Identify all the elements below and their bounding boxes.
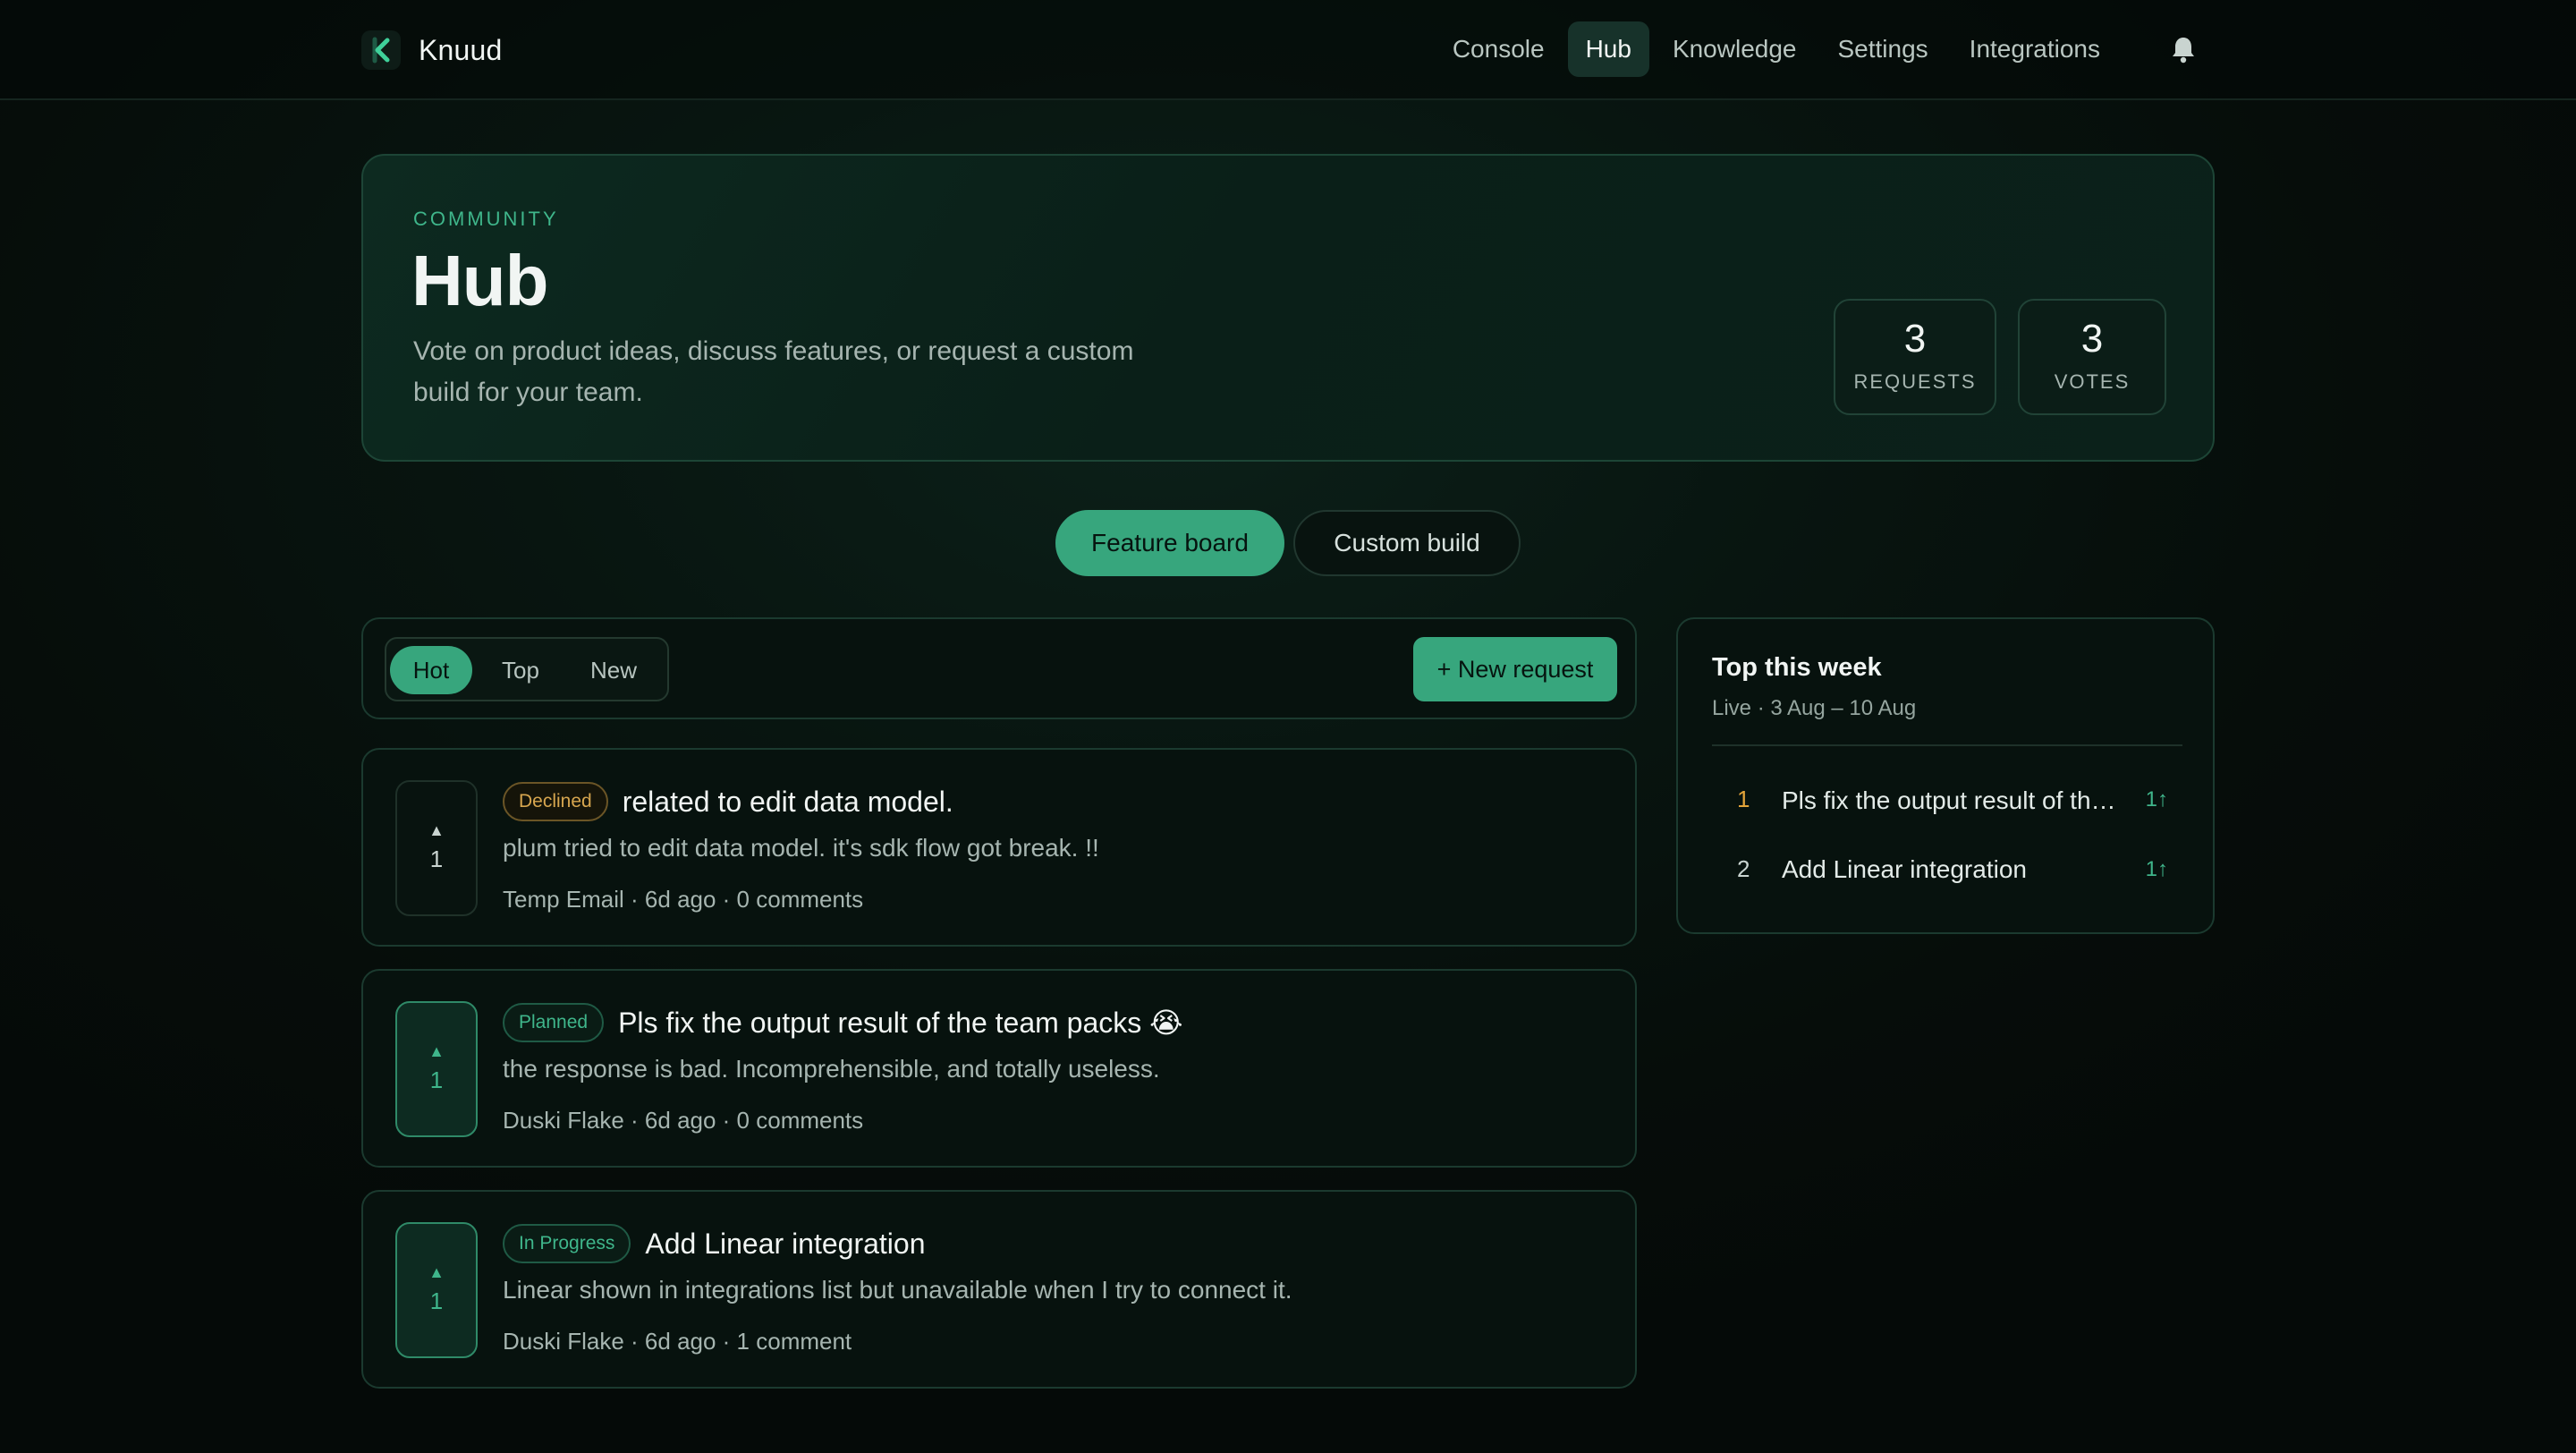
nav-item-settings[interactable]: Settings <box>1820 21 1946 77</box>
upvote-arrow-icon: ▲ <box>428 1042 445 1060</box>
stat-requests-label: REQUESTS <box>1853 370 1977 393</box>
nav-item-knowledge[interactable]: Knowledge <box>1655 21 1815 77</box>
request-title[interactable]: Add Linear integration <box>645 1228 925 1261</box>
request-title[interactable]: related to edit data model. <box>623 786 953 819</box>
status-badge: In Progress <box>503 1224 631 1263</box>
request-body: plum tried to edit data model. it's sdk … <box>503 834 1099 862</box>
stat-votes-label: VOTES <box>2054 370 2131 393</box>
stat-requests: 3 REQUESTS <box>1834 299 1996 415</box>
vote-count: 1 <box>429 1287 444 1314</box>
panel-subtitle: Live · 3 Aug – 10 Aug <box>1712 696 1917 720</box>
hero-eyebrow: COMMUNITY <box>413 208 559 230</box>
request-title[interactable]: Pls fix the output result of the team pa… <box>618 1006 1182 1040</box>
rank-number: 1 <box>1737 786 1750 812</box>
request-card[interactable]: ▲ 1 Planned Pls fix the output result of… <box>361 969 1637 1168</box>
main-nav: Console Hub Knowledge Settings Integrati… <box>1429 21 2118 77</box>
request-meta: Duski Flake · 6d ago · 1 comment <box>503 1328 852 1355</box>
brand[interactable]: Knuud <box>361 27 503 73</box>
vote-count: 1 <box>429 1066 444 1093</box>
request-header: In Progress Add Linear integration <box>503 1222 926 1265</box>
ranked-item[interactable]: 1 Pls fix the output result of the team … <box>1712 773 2182 827</box>
status-badge: Planned <box>503 1003 605 1042</box>
new-request-button[interactable]: + New request <box>1413 637 1617 701</box>
top-this-week-panel: Top this week Live · 3 Aug – 10 Aug 1 Pl… <box>1676 617 2215 934</box>
app-name: Knuud <box>419 33 503 66</box>
ranked-item-title: Add Linear integration <box>1782 855 2027 883</box>
hub-hero-panel: COMMUNITY Hub Vote on product ideas, dis… <box>361 154 2215 462</box>
request-card[interactable]: ▲ 1 In Progress Add Linear integration L… <box>361 1190 1637 1389</box>
stat-votes: 3 VOTES <box>2018 299 2166 415</box>
panel-title: Top this week <box>1712 653 1882 682</box>
knuud-logo-icon <box>361 30 401 70</box>
request-header: Planned Pls fix the output result of the… <box>503 1001 1183 1044</box>
tab-feature-board[interactable]: Feature board <box>1055 510 1284 576</box>
sort-top-button[interactable]: Top <box>479 646 562 694</box>
ranked-item-votes: 1↑ <box>2145 787 2168 811</box>
hero-description: Vote on product ideas, discuss features,… <box>413 336 1134 407</box>
request-body: the response is bad. Incomprehensible, a… <box>503 1055 1160 1083</box>
top-navigation-bar: Knuud Console Hub Knowledge Settings Int… <box>0 0 2576 100</box>
upvote-arrow-icon: ▲ <box>428 1263 445 1281</box>
vote-count: 1 <box>429 845 444 872</box>
nav-item-integrations[interactable]: Integrations <box>1952 21 2118 77</box>
board-toolbar: Hot Top New + New request <box>361 617 1637 719</box>
page-title: Hub <box>411 241 549 320</box>
request-card[interactable]: ▲ 1 Declined related to edit data model.… <box>361 748 1637 947</box>
nav-item-hub[interactable]: Hub <box>1567 21 1649 77</box>
bell-icon[interactable] <box>2170 34 2197 64</box>
upvote-button[interactable]: ▲ 1 <box>395 1001 478 1137</box>
ranked-item-votes: 1↑ <box>2145 857 2168 881</box>
sort-hot-button[interactable]: Hot <box>390 646 472 694</box>
request-meta: Duski Flake · 6d ago · 0 comments <box>503 1107 864 1134</box>
upvote-button[interactable]: ▲ 1 <box>395 780 478 916</box>
sort-new-button[interactable]: New <box>569 646 658 694</box>
stat-requests-value: 3 <box>1903 317 1927 361</box>
request-header: Declined related to edit data model. <box>503 780 953 823</box>
status-badge: Declined <box>503 782 608 821</box>
upvote-button[interactable]: ▲ 1 <box>395 1222 478 1358</box>
upvote-arrow-icon: ▲ <box>428 821 445 839</box>
stat-votes-value: 3 <box>2080 317 2104 361</box>
divider <box>1712 744 2182 746</box>
rank-number: 2 <box>1737 855 1750 882</box>
ranked-item-title: Pls fix the output result of the team pa… <box>1782 786 2122 814</box>
request-meta: Temp Email · 6d ago · 0 comments <box>503 886 864 913</box>
nav-item-console[interactable]: Console <box>1435 21 1563 77</box>
tab-custom-build[interactable]: Custom build <box>1293 510 1521 576</box>
sort-toggle-group: Hot Top New <box>385 637 669 701</box>
request-body: Linear shown in integrations list but un… <box>503 1276 1292 1304</box>
ranked-item[interactable]: 2 Add Linear integration 1↑ <box>1712 843 2182 896</box>
